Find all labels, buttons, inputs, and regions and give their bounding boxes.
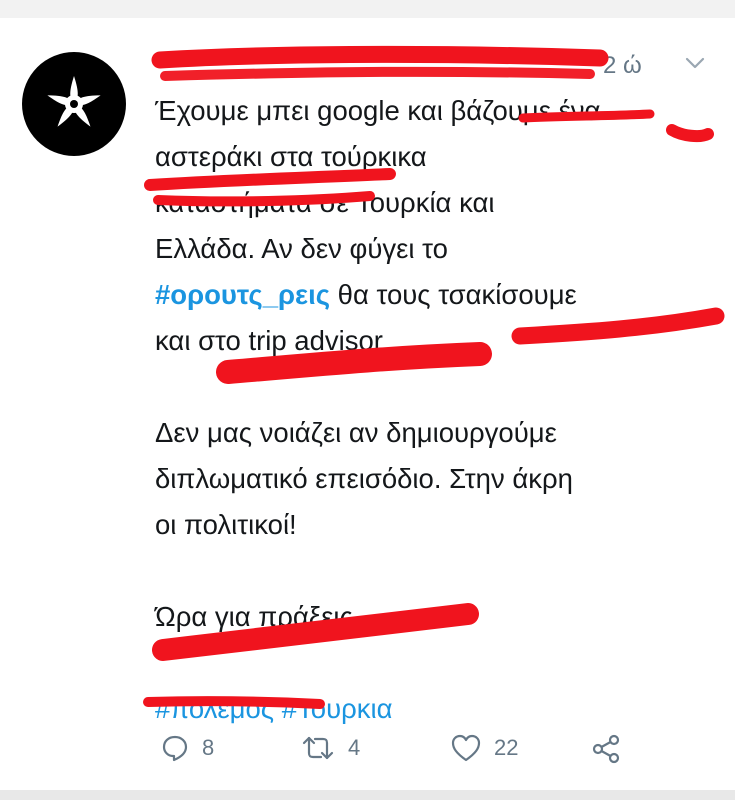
- tweet-line: Ελλάδα. Αν δεν φύγει το: [155, 233, 448, 264]
- tweet-line: Δεν μας νοιάζει αν δημιουργούμε: [155, 417, 557, 448]
- tweet-line: διπλωματικό επεισόδιο. Στην άκρη: [155, 463, 573, 494]
- tweet[interactable]: 2 ώ Έχουμε μπει google και βάζουμε ένα α…: [0, 18, 735, 800]
- chevron-down-icon[interactable]: [684, 52, 706, 74]
- tweet-line: #ορουτς_ρεις θα τους τσακίσουμε: [155, 272, 725, 318]
- tweet-line-text: θα τους τσακίσουμε: [337, 279, 577, 310]
- tweet-actions: 8 4 22: [160, 733, 720, 773]
- retweet-button[interactable]: 4: [300, 733, 360, 763]
- like-count: 22: [494, 735, 519, 760]
- share-button[interactable]: [590, 733, 622, 765]
- tweet-line: οι πολιτικοί!: [155, 509, 297, 540]
- bottom-border: [0, 790, 735, 800]
- tweet-text: Έχουμε μπει google και βάζουμε ένα αστερ…: [155, 88, 725, 732]
- reply-count: 8: [202, 735, 215, 760]
- starfish-logo-icon: [47, 76, 101, 127]
- hashtag-link[interactable]: #ορουτς_ρεις: [155, 279, 330, 310]
- tweet-line: καταστήματα σε Τουρκία και: [155, 187, 495, 218]
- hashtag-link[interactable]: #πολεμος: [155, 693, 274, 724]
- reply-icon: [162, 735, 188, 762]
- top-border: [0, 0, 735, 18]
- retweet-icon: [302, 736, 334, 760]
- tweet-line: Έχουμε μπει google και βάζουμε ένα: [155, 95, 601, 126]
- hashtag-link[interactable]: #Τουρκια: [282, 693, 393, 724]
- tweet-line: Ώρα για πράξεις...: [155, 601, 376, 632]
- share-icon: [592, 734, 620, 764]
- avatar[interactable]: [22, 52, 126, 156]
- like-button[interactable]: 22: [450, 733, 518, 763]
- tweet-line: αστεράκι στα τούρκικα: [155, 141, 427, 172]
- hashtags-line: #πολεμος #Τουρκια: [155, 686, 725, 732]
- reply-button[interactable]: 8: [160, 733, 214, 763]
- retweet-count: 4: [348, 735, 361, 760]
- heart-icon: [451, 734, 481, 762]
- tweet-line: και στο trip advisor: [155, 325, 383, 356]
- tweet-timestamp[interactable]: 2 ώ: [603, 52, 642, 80]
